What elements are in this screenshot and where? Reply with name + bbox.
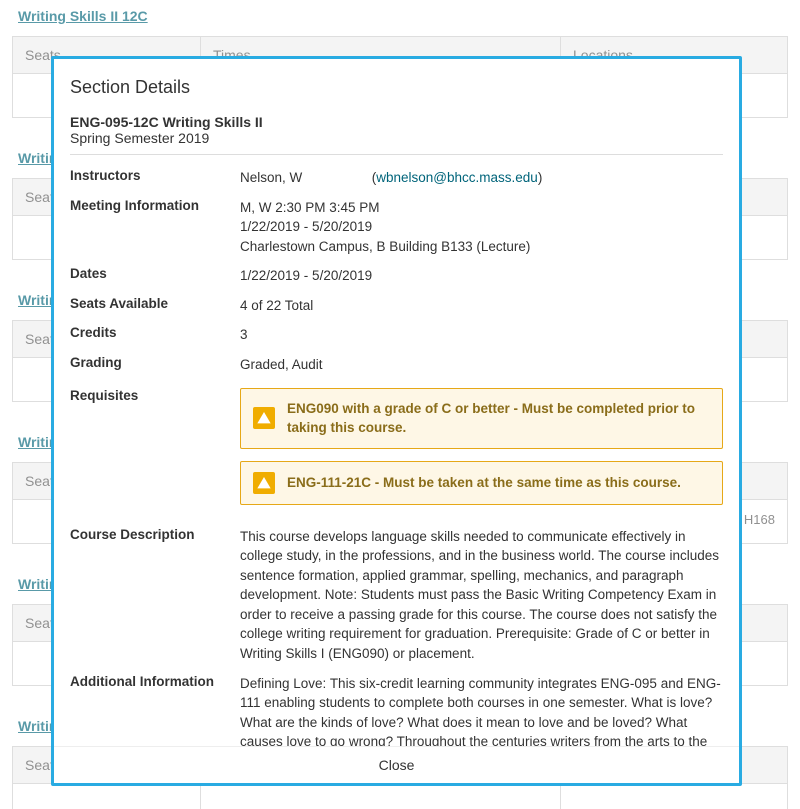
value-additional: Defining Love: This six-credit learning …	[240, 674, 723, 746]
row-additional: Additional Information Defining Love: Th…	[70, 669, 723, 746]
value-credits: 3	[240, 325, 723, 345]
value-description: This course develops language skills nee…	[240, 527, 723, 664]
value-requisites: ENG090 with a grade of C or better - Mus…	[240, 388, 723, 517]
row-requisites: Requisites ENG090 with a grade of C or b…	[70, 380, 723, 522]
label-meeting: Meeting Information	[70, 198, 240, 213]
row-seats: Seats Available 4 of 22 Total	[70, 291, 723, 321]
value-instructors: Nelson, W (wbnelson@bhcc.mass.edu)	[240, 168, 723, 188]
meeting-line: Charlestown Campus, B Building B133 (Lec…	[240, 237, 723, 257]
cell-loc	[561, 784, 787, 809]
requisite-text: ENG090 with a grade of C or better - Mus…	[287, 399, 710, 438]
paren-close: )	[538, 170, 543, 185]
course-link[interactable]: Writing Skills II 12C	[12, 0, 788, 36]
row-credits: Credits 3	[70, 320, 723, 350]
requisite-text: ENG-111-21C - Must be taken at the same …	[287, 473, 681, 493]
modal-title: Section Details	[70, 71, 723, 114]
term: Spring Semester 2019	[70, 130, 723, 155]
close-button[interactable]: Close	[54, 746, 739, 783]
requisite-alert: ENG-111-21C - Must be taken at the same …	[240, 461, 723, 505]
value-dates: 1/22/2019 - 5/20/2019	[240, 266, 723, 286]
instructor-name: Nelson, W	[240, 168, 368, 188]
row-meeting: Meeting Information M, W 2:30 PM 3:45 PM…	[70, 193, 723, 262]
label-description: Course Description	[70, 527, 240, 542]
row-instructors: Instructors Nelson, W (wbnelson@bhcc.mas…	[70, 163, 723, 193]
meeting-line: M, W 2:30 PM 3:45 PM	[240, 198, 723, 218]
table-row[interactable]	[12, 784, 788, 809]
requisite-alert: ENG090 with a grade of C or better - Mus…	[240, 388, 723, 449]
label-dates: Dates	[70, 266, 240, 281]
label-seats: Seats Available	[70, 296, 240, 311]
label-requisites: Requisites	[70, 388, 240, 403]
cell-seats	[13, 784, 201, 809]
row-description: Course Description This course develops …	[70, 522, 723, 669]
row-dates: Dates 1/22/2019 - 5/20/2019	[70, 261, 723, 291]
warning-icon	[253, 472, 275, 494]
label-grading: Grading	[70, 355, 240, 370]
label-credits: Credits	[70, 325, 240, 340]
section-details-modal: Section Details ENG-095-12C Writing Skil…	[51, 56, 742, 786]
value-seats: 4 of 22 Total	[240, 296, 723, 316]
row-grading: Grading Graded, Audit	[70, 350, 723, 380]
label-additional: Additional Information	[70, 674, 240, 689]
course-code: ENG-095-12C Writing Skills II	[70, 114, 723, 130]
meeting-line: 1/22/2019 - 5/20/2019	[240, 217, 723, 237]
value-meeting: M, W 2:30 PM 3:45 PM 1/22/2019 - 5/20/20…	[240, 198, 723, 257]
value-grading: Graded, Audit	[240, 355, 723, 375]
instructor-email-link[interactable]: wbnelson@bhcc.mass.edu	[376, 170, 538, 185]
warning-icon	[253, 407, 275, 429]
label-instructors: Instructors	[70, 168, 240, 183]
cell-times	[201, 784, 561, 809]
